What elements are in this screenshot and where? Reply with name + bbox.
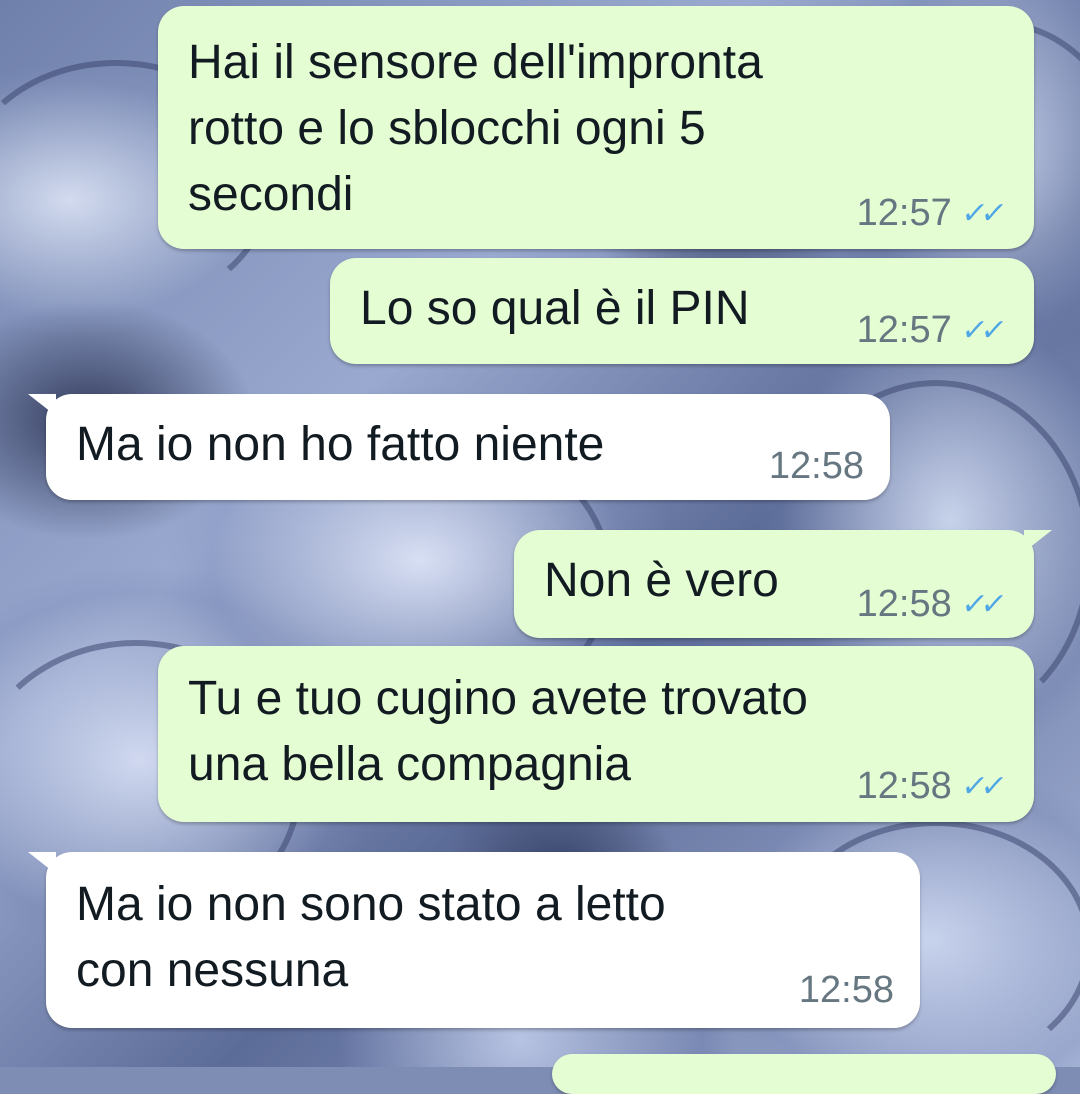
message-bubble-outgoing-partial[interactable]	[552, 1054, 1056, 1094]
message-bubble-outgoing[interactable]: Hai il sensore dell'impronta rotto e lo …	[158, 6, 1034, 249]
double-check-read-icon: ✓✓	[958, 587, 1004, 622]
message-list[interactable]: Hai il sensore dell'impronta rotto e lo …	[0, 0, 1080, 1094]
double-check-read-icon: ✓✓	[958, 313, 1004, 348]
message-bubble-outgoing[interactable]: Lo so qual è il PIN 12:57 ✓✓	[330, 258, 1034, 364]
message-meta: 12:58 ✓✓	[857, 765, 1008, 808]
message-timestamp: 12:58	[856, 765, 952, 807]
message-meta: 12:57 ✓✓	[857, 309, 1008, 352]
message-meta: 12:58	[769, 445, 864, 488]
message-timestamp: 12:57	[856, 192, 952, 234]
double-check-read-icon: ✓✓	[958, 769, 1004, 804]
message-timestamp: 12:58	[856, 583, 952, 625]
message-text: Ma io non sono stato a letto con nessuna	[76, 878, 666, 997]
message-timestamp: 12:58	[768, 445, 864, 487]
message-text: Ma io non ho fatto niente	[76, 418, 605, 471]
message-timestamp: 12:58	[798, 969, 894, 1011]
message-bubble-outgoing[interactable]: Tu e tuo cugino avete trovato una bella …	[158, 646, 1034, 822]
message-bubble-incoming[interactable]: Ma io non ho fatto niente 12:58	[28, 394, 890, 500]
bubble-tail	[28, 852, 56, 874]
message-meta: 12:58	[799, 969, 894, 1012]
message-bubble-incoming[interactable]: Ma io non sono stato a letto con nessuna…	[28, 852, 920, 1028]
message-timestamp: 12:57	[856, 309, 952, 351]
message-meta: 12:58 ✓✓	[857, 583, 1008, 626]
bubble-tail	[1024, 530, 1052, 552]
message-bubble-outgoing[interactable]: Non è vero 12:58 ✓✓	[514, 530, 1052, 638]
bubble-tail	[28, 394, 56, 416]
double-check-read-icon: ✓✓	[958, 196, 1004, 231]
message-meta: 12:57 ✓✓	[857, 192, 1008, 235]
